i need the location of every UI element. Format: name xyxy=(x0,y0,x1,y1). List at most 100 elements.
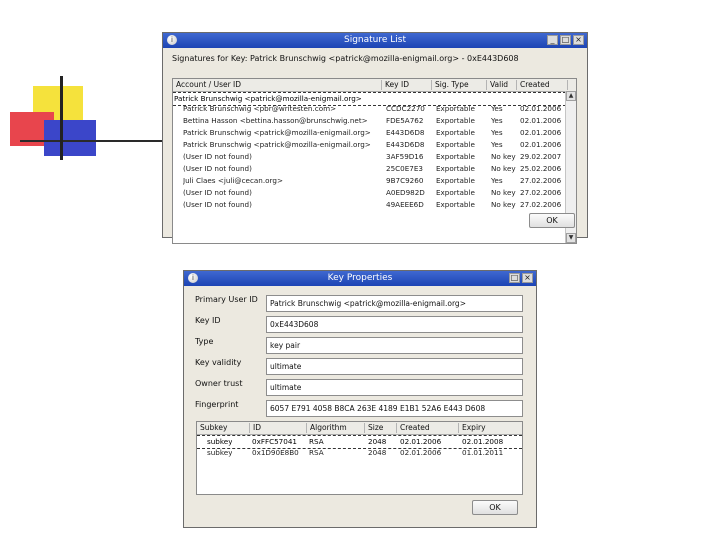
cell-sig-type: Exportable xyxy=(436,200,475,209)
column-header-size[interactable]: Size xyxy=(365,423,397,433)
maximize-button[interactable]: □ xyxy=(560,35,571,45)
signature-list-title: Signature List xyxy=(343,35,406,45)
table-row[interactable]: Bettina Hasson <bettina.hasson@brunschwi… xyxy=(173,115,576,127)
cell-algorithm: RSA xyxy=(309,437,324,446)
cell-key-id: 3AF59D16 xyxy=(386,152,424,161)
cell-created: 02.01.2006 xyxy=(520,104,562,113)
signature-table-header: Account / User ID Key ID Sig. Type Valid… xyxy=(173,79,576,92)
decoration-line xyxy=(20,140,170,142)
cell-subkey: subkey xyxy=(207,437,233,446)
type-field[interactable]: key pair xyxy=(266,337,523,354)
cell-sig-type: Exportable xyxy=(436,128,475,137)
cell-user-id: (User ID not found) xyxy=(183,188,252,197)
minimize-button[interactable]: _ xyxy=(547,35,558,45)
cell-created: 02.01.2006 xyxy=(400,448,442,457)
table-row[interactable]: (User ID not found) 25C0E7E3 Exportable … xyxy=(173,163,576,175)
decoration-vertical-line xyxy=(60,76,63,160)
cell-created: 27.02.2006 xyxy=(520,176,562,185)
cell-valid: No key xyxy=(491,188,516,197)
cell-sig-type: Exportable xyxy=(436,164,475,173)
table-row[interactable]: (User ID not found) 49AEEE6D Exportable … xyxy=(173,199,576,211)
column-header-key-id[interactable]: Key ID xyxy=(382,80,432,90)
cell-algorithm: RSA xyxy=(309,448,324,457)
decoration-blue-square xyxy=(44,120,96,156)
column-header-valid[interactable]: Valid xyxy=(487,80,517,90)
signature-list-titlebar[interactable]: i Signature List _ □ × xyxy=(163,33,587,48)
cell-valid: Yes xyxy=(491,128,503,137)
cell-sig-type: Exportable xyxy=(436,176,475,185)
cell-created: 02.01.2006 xyxy=(520,140,562,149)
table-row[interactable]: Patrick Brunschwig <patrick@mozilla-enig… xyxy=(173,127,576,139)
key-properties-title: Key Properties xyxy=(327,273,393,283)
column-header-account[interactable]: Account / User ID xyxy=(173,80,382,90)
column-header-created[interactable]: Created xyxy=(397,423,459,433)
column-header-id[interactable]: ID xyxy=(250,423,307,433)
cell-sig-type: Exportable xyxy=(436,116,475,125)
subkey-table-header: Subkey ID Algorithm Size Created Expiry xyxy=(197,422,522,435)
cell-user-id: Juli Claes <juli@cecan.org> xyxy=(183,176,283,185)
cell-created: 02.01.2006 xyxy=(400,437,442,446)
table-row[interactable]: (User ID not found) 3AF59D16 Exportable … xyxy=(173,151,576,163)
primary-user-id-label: Primary User ID xyxy=(195,295,258,304)
column-header-sig-type[interactable]: Sig. Type xyxy=(432,80,487,90)
type-label: Type xyxy=(195,337,214,346)
close-button[interactable]: × xyxy=(573,35,584,45)
cell-key-id: 25C0E7E3 xyxy=(386,164,423,173)
cell-expiry: 02.01.2008 xyxy=(462,437,504,446)
cell-user-id: (User ID not found) xyxy=(183,152,252,161)
signature-table[interactable]: Account / User ID Key ID Sig. Type Valid… xyxy=(172,78,577,244)
close-button[interactable]: × xyxy=(522,273,533,283)
cell-created: 29.02.2007 xyxy=(520,152,562,161)
key-properties-ok-button[interactable]: OK xyxy=(472,500,518,515)
fingerprint-field[interactable]: 6057 E791 4058 B8CA 263E 4189 E1B1 52A6 … xyxy=(266,400,523,417)
column-header-expiry[interactable]: Expiry xyxy=(459,423,522,433)
cell-valid: Yes xyxy=(491,140,503,149)
cell-created: 27.02.2006 xyxy=(520,188,562,197)
table-row[interactable]: Patrick Brunschwig <patrick@mozilla-enig… xyxy=(173,139,576,151)
cell-key-id: A0ED982D xyxy=(386,188,425,197)
primary-user-id-field[interactable]: Patrick Brunschwig <patrick@mozilla-enig… xyxy=(266,295,523,312)
cell-key-id: E443D6D8 xyxy=(386,128,425,137)
maximize-button[interactable]: □ xyxy=(509,273,520,283)
table-row[interactable]: subkey 0x1D90E8B0 RSA 2048 02.01.2006 01… xyxy=(197,447,522,459)
scroll-up-arrow-icon[interactable]: ▲ xyxy=(566,91,576,101)
signature-list-ok-button[interactable]: OK xyxy=(529,213,575,228)
fingerprint-label: Fingerprint xyxy=(195,400,239,409)
cell-key-id: FDE5A762 xyxy=(386,116,424,125)
cell-size: 2048 xyxy=(368,448,387,457)
cell-key-id: 9B7C9260 xyxy=(386,176,424,185)
cell-user-id: (User ID not found) xyxy=(183,200,252,209)
column-header-algorithm[interactable]: Algorithm xyxy=(307,423,365,433)
cell-valid: No key xyxy=(491,200,516,209)
cell-id: 0xFFC57041 xyxy=(252,437,297,446)
key-validity-field[interactable]: ultimate xyxy=(266,358,523,375)
cell-created: 27.02.2006 xyxy=(520,200,562,209)
owner-trust-field[interactable]: ultimate xyxy=(266,379,523,396)
cell-key-id: CCDC2270 xyxy=(386,104,425,113)
scroll-down-arrow-icon[interactable]: ▼ xyxy=(566,233,576,243)
subkey-table[interactable]: Subkey ID Algorithm Size Created Expiry … xyxy=(196,421,523,495)
cell-valid: Yes xyxy=(491,116,503,125)
table-row[interactable]: (User ID not found) A0ED982D Exportable … xyxy=(173,187,576,199)
cell-sig-type: Exportable xyxy=(436,104,475,113)
table-row[interactable]: Juli Claes <juli@cecan.org> 9B7C9260 Exp… xyxy=(173,175,576,187)
cell-valid: Yes xyxy=(491,104,503,113)
key-validity-label: Key validity xyxy=(195,358,242,367)
cell-created: 02.01.2006 xyxy=(520,116,562,125)
column-header-subkey[interactable]: Subkey xyxy=(197,423,250,433)
signatures-heading: Signatures for Key: Patrick Brunschwig <… xyxy=(172,54,519,63)
cell-expiry: 01.01.2011 xyxy=(462,448,504,457)
cell-user-id: (User ID not found) xyxy=(183,164,252,173)
column-header-created[interactable]: Created xyxy=(517,80,568,90)
key-id-field[interactable]: 0xE443D608 xyxy=(266,316,523,333)
table-row[interactable]: Patrick Brunschwig <pbr@writesten.com> C… xyxy=(173,103,576,115)
key-properties-titlebar[interactable]: i Key Properties □ × xyxy=(184,271,536,286)
cell-created: 25.02.2006 xyxy=(520,164,562,173)
cell-valid: No key xyxy=(491,152,516,161)
cell-created: 02.01.2006 xyxy=(520,128,562,137)
cell-sig-type: Exportable xyxy=(436,140,475,149)
signature-list-window: i Signature List _ □ × Signatures for Ke… xyxy=(162,32,588,244)
cell-user-id: Patrick Brunschwig <pbr@writesten.com> xyxy=(183,104,337,113)
cell-key-id: 49AEEE6D xyxy=(386,200,424,209)
cell-user-id: Patrick Brunschwig <patrick@mozilla-enig… xyxy=(183,128,371,137)
